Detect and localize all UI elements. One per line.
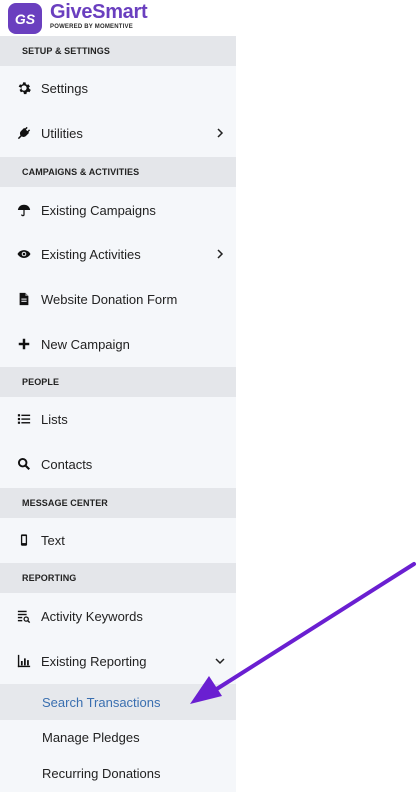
section-header-reporting: REPORTING: [0, 563, 236, 593]
sidebar-item-label: Text: [41, 532, 65, 548]
bar-chart-icon: [16, 653, 32, 669]
sidebar-item-label: Website Donation Form: [41, 291, 178, 307]
brand-logo-badge: GS: [8, 3, 42, 34]
sidebar-item-activity-keywords[interactable]: Activity Keywords: [0, 594, 236, 638]
chevron-right-icon[interactable]: [214, 248, 226, 260]
list-icon: [16, 411, 32, 427]
section-header-setup: SETUP & SETTINGS: [0, 36, 236, 66]
sidebar-nav: GS GiveSmart POWERED BY MOMENTIVE SETUP …: [0, 0, 236, 792]
chevron-down-icon[interactable]: [214, 655, 226, 667]
gear-icon: [16, 80, 32, 96]
sidebar-item-label: New Campaign: [41, 336, 130, 352]
mobile-icon: [16, 532, 32, 548]
plus-icon: [16, 336, 32, 352]
sidebar-item-label: Existing Reporting: [41, 653, 147, 669]
sidebar-item-settings[interactable]: Settings: [0, 66, 236, 110]
sidebar-item-label: Utilities: [41, 125, 83, 141]
sidebar-item-label: Lists: [41, 411, 68, 427]
sidebar-item-new-campaign[interactable]: New Campaign: [0, 322, 236, 366]
sidebar-item-label: Existing Activities: [41, 246, 141, 262]
sidebar-item-label: Activity Keywords: [41, 608, 143, 624]
plug-icon: [16, 125, 32, 141]
chevron-right-icon[interactable]: [214, 127, 226, 139]
sidebar-subitem-search-transactions[interactable]: Search Transactions: [0, 684, 236, 720]
sidebar-item-text[interactable]: Text: [0, 518, 236, 562]
sidebar-item-contacts[interactable]: Contacts: [0, 442, 236, 486]
sidebar-item-label: Existing Campaigns: [41, 202, 156, 218]
umbrella-icon: [16, 202, 32, 218]
sidebar-item-lists[interactable]: Lists: [0, 397, 236, 441]
section-header-people: PEOPLE: [0, 367, 236, 397]
eye-icon: [16, 246, 32, 262]
brand-tagline: POWERED BY MOMENTIVE: [50, 24, 133, 30]
sidebar-subitem-recurring-donations[interactable]: Recurring Donations: [0, 755, 236, 791]
sidebar-item-existing-reporting[interactable]: Existing Reporting: [0, 639, 236, 683]
keyword-report-icon: [16, 608, 32, 624]
sidebar-subitem-manage-pledges[interactable]: Manage Pledges: [0, 719, 236, 755]
brand-name: GiveSmart: [50, 1, 148, 23]
brand-header[interactable]: GS GiveSmart POWERED BY MOMENTIVE: [0, 0, 236, 40]
sidebar-item-existing-activities[interactable]: Existing Activities: [0, 232, 236, 276]
search-icon: [16, 456, 32, 472]
sidebar-item-label: Settings: [41, 80, 88, 96]
section-header-message-center: MESSAGE CENTER: [0, 488, 236, 518]
sidebar-item-existing-campaigns[interactable]: Existing Campaigns: [0, 188, 236, 232]
sidebar-item-utilities[interactable]: Utilities: [0, 111, 236, 155]
sidebar-item-label: Contacts: [41, 456, 93, 472]
sidebar-item-website-donation-form[interactable]: Website Donation Form: [0, 277, 236, 321]
document-icon: [16, 291, 32, 307]
section-header-campaigns: CAMPAIGNS & ACTIVITIES: [0, 157, 236, 187]
